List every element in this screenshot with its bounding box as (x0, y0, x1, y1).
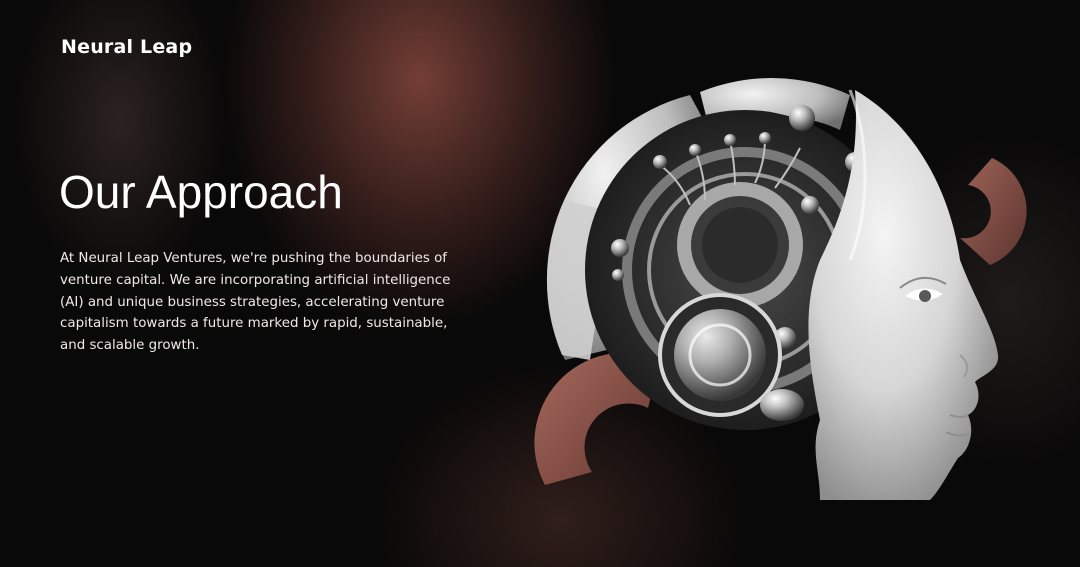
brand-logo[interactable]: Neural Leap (61, 36, 192, 58)
robot-head-illustration (534, 78, 1027, 500)
intro-paragraph: At Neural Leap Ventures, we're pushing t… (60, 251, 451, 354)
accent-arc-right (960, 158, 1027, 265)
page-title: Our Approach (59, 166, 343, 218)
page: Neural Leap Our Approach At Neural Leap … (0, 0, 1080, 567)
